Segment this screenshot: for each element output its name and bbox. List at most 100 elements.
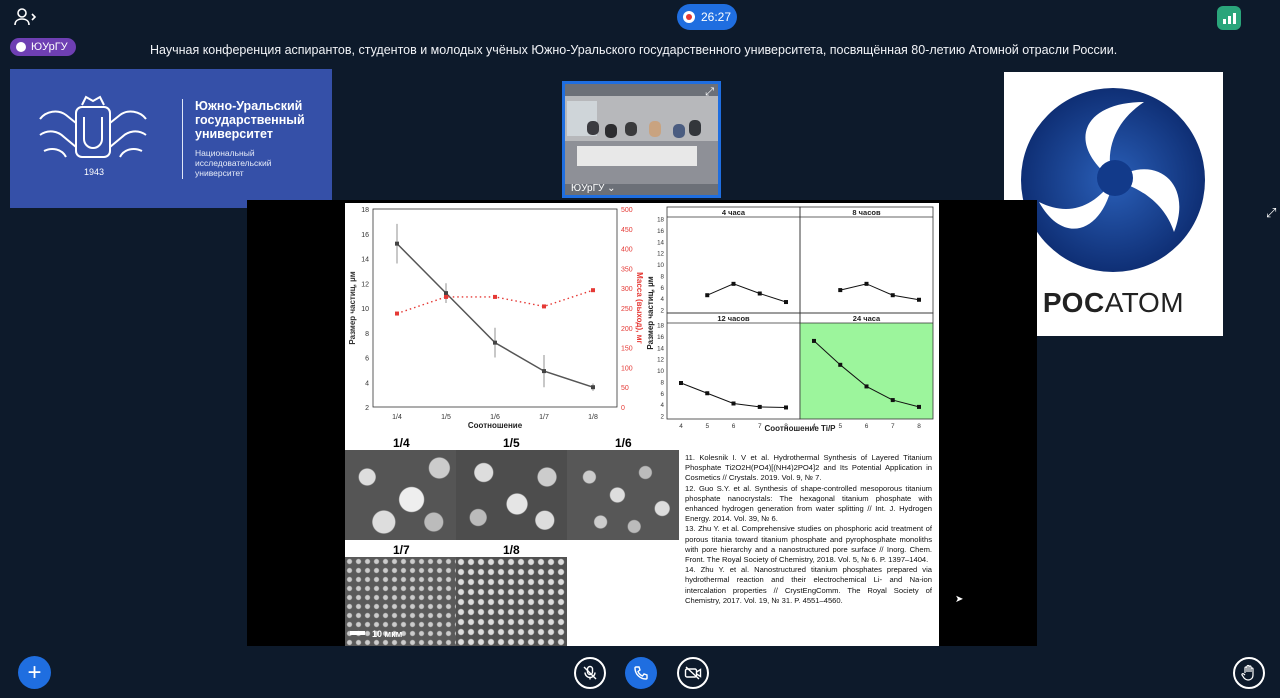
data-point	[890, 293, 895, 298]
x-tick-label: 1/8	[588, 414, 598, 421]
mic-toggle-button[interactable]	[574, 657, 606, 689]
y-tick-label: 6	[661, 285, 665, 292]
panel-frame	[666, 206, 801, 314]
data-point	[757, 291, 762, 296]
camera-toggle-button[interactable]	[677, 657, 709, 689]
susu-logo: 1943 Южно-Уральский государственный унив…	[10, 69, 332, 208]
y-tick-label: 12	[361, 281, 369, 288]
y-tick-label: 10	[657, 368, 664, 375]
sem-label: 1/5	[503, 436, 520, 450]
y-tick-label: 14	[657, 345, 664, 352]
x-tick-label: 5	[838, 423, 842, 430]
y-tick-label: 4	[661, 296, 665, 303]
y-tick-label: 2	[661, 414, 665, 421]
raise-hand-button[interactable]	[1233, 657, 1265, 689]
y2-tick-label: 200	[621, 326, 633, 333]
rosatom-text-bold: РОС	[1042, 287, 1105, 318]
expand-icon[interactable]: ⤢	[705, 86, 714, 99]
y-tick-label: 6	[661, 391, 665, 398]
data-point	[784, 405, 788, 410]
mouse-cursor-icon: ➤	[955, 594, 964, 605]
y-tick-label: 12	[657, 357, 664, 364]
data-point	[395, 311, 399, 316]
data-point	[591, 385, 595, 390]
x-tick-label: 7	[758, 423, 762, 430]
y2-tick-label: 300	[621, 286, 633, 293]
x-tick-label: 5	[705, 423, 709, 430]
y-tick-label: 16	[361, 232, 369, 239]
scale-bar	[350, 631, 365, 635]
data-point	[731, 401, 736, 406]
y-tick-label: 16	[657, 334, 664, 341]
y-tick-label: 16	[657, 228, 664, 235]
mic-off-icon	[583, 665, 597, 680]
panel-title: 4 часа	[722, 208, 746, 217]
y2-tick-label: 350	[621, 266, 633, 273]
y-tick-label: 8	[365, 331, 369, 338]
x-tick-label: 1/4	[392, 414, 402, 421]
data-point	[705, 391, 710, 396]
sem-label: 1/8	[503, 543, 520, 557]
data-point	[444, 291, 448, 296]
x-tick-label: 6	[865, 423, 869, 430]
series-line	[396, 243, 594, 388]
phone-icon	[634, 666, 648, 680]
panel-frame	[799, 206, 934, 314]
end-call-button[interactable]	[625, 657, 657, 689]
data-point	[757, 404, 762, 409]
y-tick-label: 2	[661, 308, 665, 315]
fullscreen-icon[interactable]: ⤢	[1266, 205, 1276, 221]
room-badge[interactable]: ЮУрГУ	[10, 38, 76, 56]
data-point	[679, 381, 683, 386]
susu-subtitle: Национальный исследовательский университ…	[195, 148, 272, 178]
data-point	[917, 297, 921, 302]
video-feed	[565, 96, 718, 184]
data-point	[493, 340, 497, 345]
recording-timer[interactable]: 26:27	[677, 4, 737, 30]
participants-icon[interactable]	[14, 8, 38, 26]
connection-quality-icon[interactable]	[1217, 6, 1241, 30]
add-button[interactable]: +	[18, 656, 51, 689]
y-tick-label: 8	[661, 273, 665, 280]
y2-tick-label: 250	[621, 306, 633, 313]
presentation-slide: 2 4 6 8 10 12 14 16 18 0 50 100 150 200 250 300 350 400 45…	[345, 203, 939, 646]
sem-image	[567, 450, 679, 540]
timer-text: 26:27	[700, 10, 732, 24]
time-series-chart: 4 часа 2 4 6 8 10 12 14 16 18 8 часов 12 часов 2 4 6 8 1…	[646, 206, 934, 433]
data-point	[705, 293, 710, 298]
y-tick-label: 10	[657, 262, 664, 269]
y-axis-label: Размер частиц, µм	[348, 271, 357, 344]
y2-tick-label: 450	[621, 227, 633, 234]
y2-tick-label: 100	[621, 365, 633, 372]
sem-image	[456, 557, 567, 646]
data-point	[493, 294, 497, 299]
data-point	[444, 294, 448, 299]
y-tick-label: 6	[365, 356, 369, 363]
x-tick-label: 1/5	[441, 414, 451, 421]
mic-dot-icon	[16, 42, 26, 52]
x-tick-label: 1/7	[539, 414, 549, 421]
y-tick-label: 8	[661, 379, 665, 386]
data-point	[838, 362, 843, 367]
data-point	[864, 281, 869, 286]
y2-tick-label: 400	[621, 247, 633, 254]
video-label: ЮУрГУ ⌄	[571, 183, 616, 194]
data-point	[917, 404, 921, 409]
y2-tick-label: 500	[621, 207, 633, 214]
video-tile[interactable]: ⤢ ЮУрГУ ⌄	[562, 81, 721, 198]
y-tick-label: 4	[661, 402, 665, 409]
x-tick-label: 8	[917, 423, 921, 430]
y-tick-label: 18	[361, 207, 369, 214]
panel-title: 24 часа	[853, 314, 881, 323]
scale-label: 10 мкм	[372, 629, 403, 639]
rosatom-text-thin: АТОМ	[1104, 287, 1185, 318]
y-tick-label: 12	[657, 251, 664, 258]
data-point	[784, 300, 788, 305]
y2-tick-label: 0	[621, 405, 625, 412]
y-tick-label: 4	[365, 380, 369, 387]
y2-tick-label: 150	[621, 346, 633, 353]
y-tick-label: 14	[361, 257, 369, 264]
room-badge-label: ЮУрГУ	[31, 41, 68, 53]
y-tick-label: 10	[361, 306, 369, 313]
references-text: 11. Kolesnik I. V et al. Hydrothermal Sy…	[685, 453, 932, 605]
